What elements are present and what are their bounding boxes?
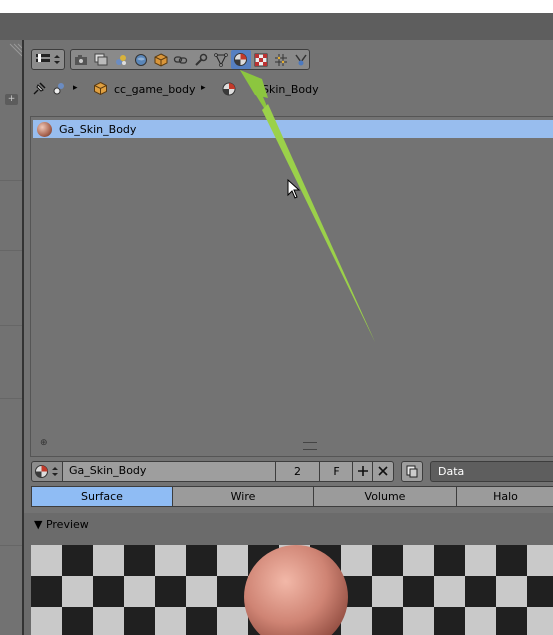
tab-halo[interactable]: Halo	[456, 486, 553, 507]
tab-wire[interactable]: Wire	[172, 486, 314, 507]
browse-link-button[interactable]	[401, 461, 423, 482]
plus-icon	[357, 466, 368, 476]
material-browse-button[interactable]	[31, 461, 64, 482]
material-preview-render	[31, 545, 553, 635]
material-name-text: Ga_Skin_Body	[69, 464, 147, 477]
link-type-select[interactable]: Data	[430, 461, 553, 482]
material-name-field[interactable]: Ga_Skin_Body	[62, 461, 276, 482]
close-icon	[378, 466, 388, 476]
material-users-count[interactable]: 2	[275, 461, 320, 482]
tab-volume[interactable]: Volume	[313, 486, 457, 507]
unlink-material-button[interactable]	[372, 461, 394, 482]
link-type-value: Data	[438, 465, 465, 478]
preview-sphere	[244, 545, 348, 635]
preview-panel-header[interactable]: ▼ Preview	[34, 518, 89, 531]
tab-surface[interactable]: Surface	[31, 486, 173, 507]
link-copy-icon	[406, 465, 418, 478]
material-sphere-icon	[35, 465, 58, 478]
new-material-button[interactable]	[352, 461, 373, 482]
fake-user-button[interactable]: F	[319, 461, 354, 482]
